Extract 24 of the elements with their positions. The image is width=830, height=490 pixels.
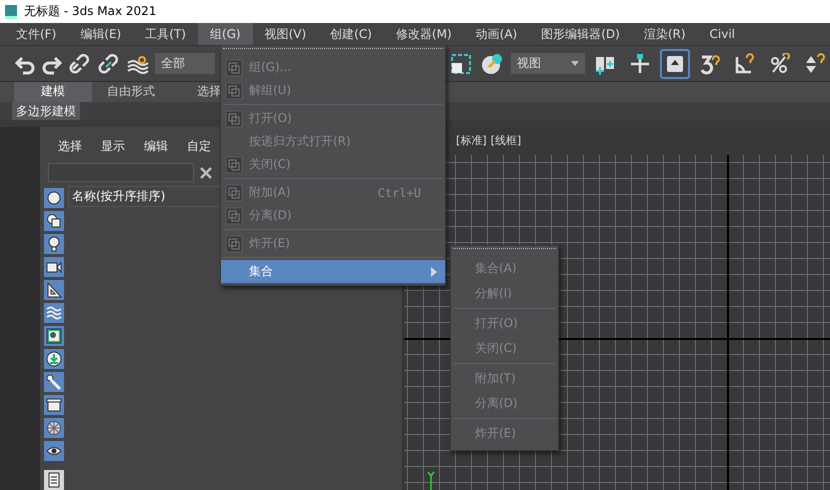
menu-item[interactable]: 创建(C) [318,22,384,46]
menu-item[interactable]: 工具(T) [133,22,198,46]
menu-item[interactable]: 文件(F) [4,22,68,46]
explorer-menu-item[interactable]: 选择 [58,138,82,159]
menu-item[interactable]: 组(G) [198,22,253,46]
menu-item[interactable]: 修改器(M) [384,22,464,46]
ribbon-tab[interactable]: 建模 [14,82,92,102]
reference-coordinate-dropdown[interactable]: 视图 [511,53,585,74]
explorer-menu-item[interactable]: 自定 [187,138,211,159]
menu-item[interactable]: 集合 [221,260,445,283]
viewport-label[interactable]: [线框] [490,133,522,155]
menu-item[interactable]: 渲染(R) [632,22,698,46]
explorer-menu-item[interactable]: 编辑 [144,138,168,159]
menu-item[interactable]: 视图(V) [252,22,318,46]
explorer-menu-item[interactable]: 显示 [101,138,125,159]
window-title: 无标题 - 3ds Max 2021 [24,3,156,20]
menu-item[interactable]: 图形编辑器(D) [529,22,632,46]
polygon-modeling-button[interactable]: 多边形建模 [12,102,80,120]
viewport-label[interactable]: [标准] [456,133,487,155]
menu-item[interactable]: 动画(A) [464,22,530,46]
ribbon-tab[interactable]: 自由形式 [92,82,170,102]
menu-item[interactable]: Civil [698,24,748,44]
menu-item[interactable]: 编辑(E) [68,22,134,46]
selection-filter-dropdown[interactable]: 全部 [155,53,215,74]
